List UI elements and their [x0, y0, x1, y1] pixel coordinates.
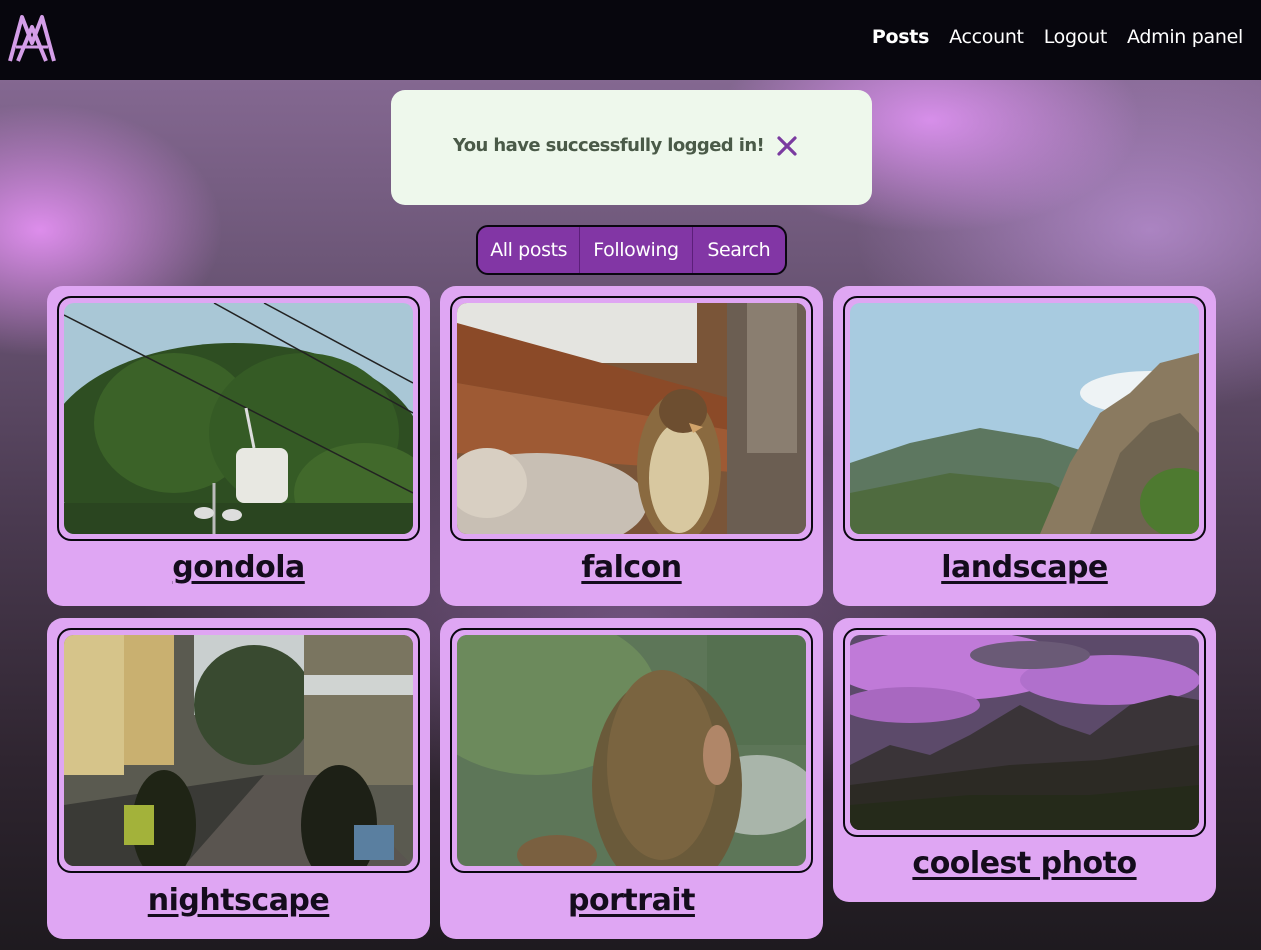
photo-frame — [843, 628, 1206, 837]
double-a-mountain-logo-icon[interactable] — [8, 13, 56, 63]
post-title-link[interactable]: nightscape — [47, 883, 430, 918]
post-card[interactable]: portrait — [440, 618, 823, 939]
post-card[interactable]: falcon — [440, 286, 823, 606]
nav-admin-panel-link[interactable]: Admin panel — [1127, 26, 1243, 48]
post-photo-coolest[interactable] — [850, 635, 1199, 830]
tab-following[interactable]: Following — [579, 227, 691, 273]
post-title-link[interactable]: coolest photo — [833, 846, 1216, 881]
nav-logout-link[interactable]: Logout — [1044, 26, 1108, 48]
post-filter-tabs: All posts Following Search — [476, 225, 787, 275]
top-navigation-bar: Posts Account Logout Admin panel — [0, 0, 1261, 80]
post-photo-nightscape[interactable] — [64, 635, 413, 866]
post-title-link[interactable]: falcon — [440, 550, 823, 585]
post-photo-portrait[interactable] — [457, 635, 806, 866]
post-card[interactable]: landscape — [833, 286, 1216, 606]
photo-frame — [450, 296, 813, 541]
alert-message: You have successfully logged in! — [453, 135, 765, 156]
post-card[interactable]: coolest photo — [833, 618, 1216, 902]
post-card[interactable]: gondola — [47, 286, 430, 606]
photo-frame — [57, 628, 420, 873]
photo-frame — [450, 628, 813, 873]
post-card[interactable]: nightscape — [47, 618, 430, 939]
post-photo-gondola[interactable] — [64, 303, 413, 534]
close-icon[interactable] — [775, 134, 799, 158]
post-photo-landscape[interactable] — [850, 303, 1199, 534]
tab-all-posts[interactable]: All posts — [478, 227, 579, 273]
post-title-link[interactable]: landscape — [833, 550, 1216, 585]
post-photo-falcon[interactable] — [457, 303, 806, 534]
nav-posts-link[interactable]: Posts — [872, 26, 929, 48]
photo-frame — [843, 296, 1206, 541]
tab-search[interactable]: Search — [691, 227, 785, 273]
post-title-link[interactable]: gondola — [47, 550, 430, 585]
nav-account-link[interactable]: Account — [949, 26, 1024, 48]
login-success-alert: You have successfully logged in! — [391, 90, 872, 205]
post-title-link[interactable]: portrait — [440, 883, 823, 918]
main-nav: Posts Account Logout Admin panel — [872, 26, 1243, 48]
photo-frame — [57, 296, 420, 541]
